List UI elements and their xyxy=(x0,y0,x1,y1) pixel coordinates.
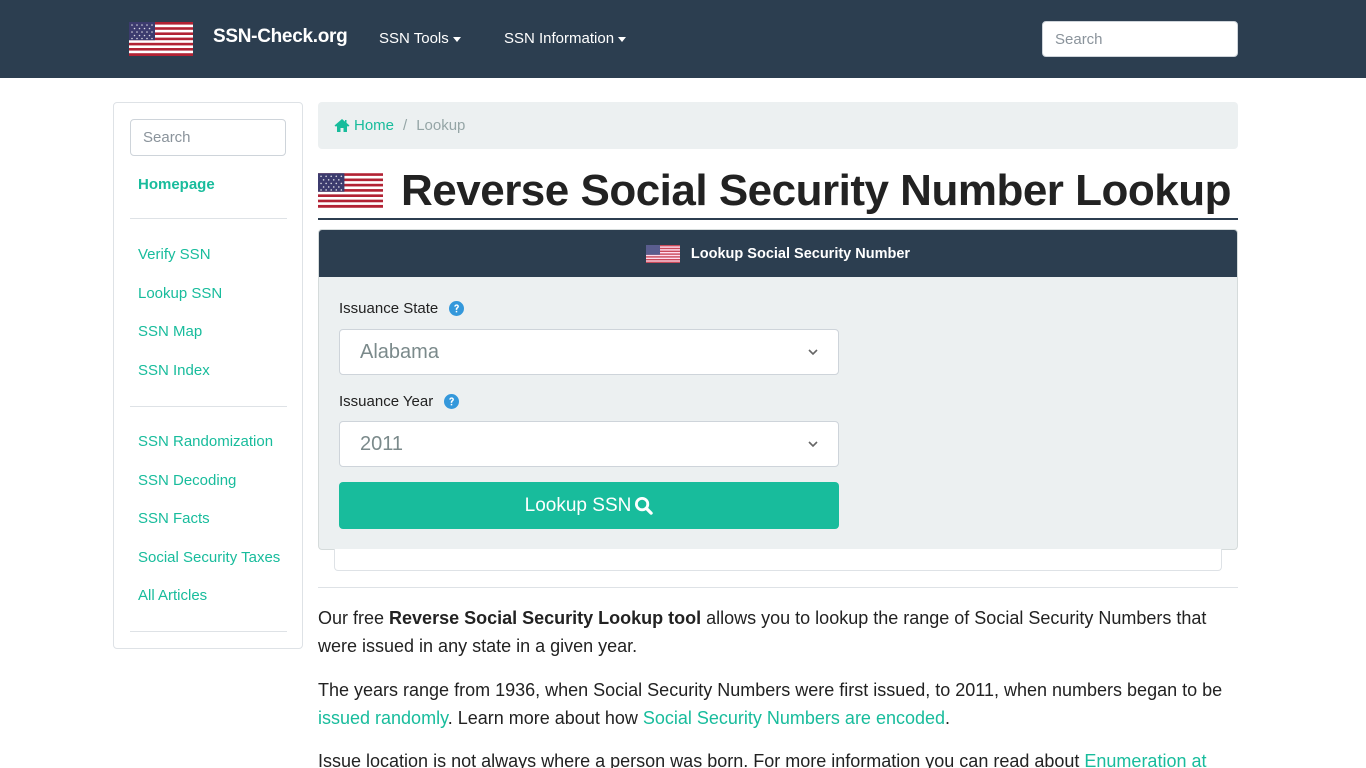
issuance-state-select[interactable]: Alabama xyxy=(339,329,839,375)
issuance-year-value: 2011 xyxy=(360,432,404,455)
us-flag-logo-icon[interactable] xyxy=(129,22,193,56)
ssn-encoded-link[interactable]: Social Security Numbers are encoded xyxy=(643,708,945,728)
navbar-search-input[interactable] xyxy=(1042,21,1238,57)
sidebar-divider xyxy=(130,218,287,219)
issuance-state-value: Alabama xyxy=(360,340,439,363)
issuance-year-select[interactable]: 2011 xyxy=(339,421,839,467)
breadcrumb-home-link[interactable]: Home xyxy=(334,117,394,134)
issuance-state-label-text: Issuance State xyxy=(339,300,439,317)
intro-paragraph: Our free Reverse Social Security Lookup … xyxy=(318,604,1238,660)
nav-dropdown-label: SSN Information xyxy=(504,30,615,47)
text: Our free xyxy=(318,608,390,628)
results-container xyxy=(334,549,1222,571)
question-circle-icon[interactable] xyxy=(444,394,460,409)
chevron-down-icon xyxy=(808,440,818,447)
sidebar: Homepage Verify SSN Lookup SSN SSN Map S… xyxy=(113,102,303,649)
sidebar-divider xyxy=(130,631,287,632)
breadcrumb-current: Lookup xyxy=(416,117,466,134)
search-icon xyxy=(635,496,654,515)
us-flag-icon xyxy=(645,244,680,263)
sidebar-item-ssn-decoding[interactable]: SSN Decoding xyxy=(138,472,236,489)
lookup-ssn-button-label: Lookup SSN xyxy=(524,494,632,516)
nav-dropdown-label: SSN Tools xyxy=(379,30,449,47)
caret-down-icon xyxy=(618,36,627,42)
issuance-year-label: Issuance Year xyxy=(339,393,460,410)
breadcrumb: Home / Lookup xyxy=(318,102,1238,149)
lookup-card-title: Lookup Social Security Number xyxy=(690,245,911,262)
nav-dropdown-ssn-information[interactable]: SSN Information xyxy=(504,30,627,47)
tool-name-bold: Reverse Social Security Lookup tool xyxy=(389,608,702,628)
issued-randomly-link[interactable]: issued randomly xyxy=(318,708,448,728)
chevron-down-icon xyxy=(808,348,818,355)
text: . xyxy=(945,708,951,728)
breadcrumb-separator: / xyxy=(403,117,408,134)
brand-link[interactable]: SSN-Check.org xyxy=(213,26,348,48)
us-flag-icon xyxy=(318,173,383,208)
text: The years range from 1936, when Social S… xyxy=(318,680,1223,700)
question-circle-icon[interactable] xyxy=(449,301,465,316)
sidebar-item-homepage[interactable]: Homepage xyxy=(138,176,215,193)
sidebar-item-ssn-facts[interactable]: SSN Facts xyxy=(138,510,210,527)
lookup-card: Lookup Social Security Number Issuance S… xyxy=(318,229,1238,550)
home-icon xyxy=(334,119,350,132)
page-title: Reverse Social Security Number Lookup xyxy=(401,165,1232,215)
text: Issue location is not always where a per… xyxy=(318,751,1085,768)
caret-down-icon xyxy=(452,36,461,42)
enumeration-at-birth-link[interactable]: Enumeration at xyxy=(1084,751,1206,768)
page-title-row: Reverse Social Security Number Lookup xyxy=(318,163,1238,220)
nav-dropdown-ssn-tools[interactable]: SSN Tools xyxy=(379,30,461,47)
issue-location-paragraph: Issue location is not always where a per… xyxy=(318,747,1238,768)
issuance-year-label-text: Issuance Year xyxy=(339,393,434,410)
sidebar-item-ssn-randomization[interactable]: SSN Randomization xyxy=(138,433,273,450)
sidebar-divider xyxy=(130,406,287,407)
sidebar-item-ssn-index[interactable]: SSN Index xyxy=(138,362,210,379)
lookup-card-header: Lookup Social Security Number xyxy=(319,230,1237,277)
top-navbar: SSN-Check.org SSN Tools SSN Information xyxy=(0,0,1366,78)
sidebar-item-lookup-ssn[interactable]: Lookup SSN xyxy=(138,285,222,302)
content-divider xyxy=(318,587,1238,588)
sidebar-search-input[interactable] xyxy=(130,119,286,156)
sidebar-item-all-articles[interactable]: All Articles xyxy=(138,587,207,604)
sidebar-item-verify-ssn[interactable]: Verify SSN xyxy=(138,246,211,263)
text: . Learn more about how xyxy=(447,708,643,728)
sidebar-item-ssn-map[interactable]: SSN Map xyxy=(138,323,202,340)
years-paragraph: The years range from 1936, when Social S… xyxy=(318,676,1238,732)
sidebar-item-social-security-taxes[interactable]: Social Security Taxes xyxy=(138,549,280,566)
lookup-ssn-button[interactable]: Lookup SSN xyxy=(339,482,839,529)
issuance-state-label: Issuance State xyxy=(339,300,465,317)
breadcrumb-home-label: Home xyxy=(354,117,395,134)
